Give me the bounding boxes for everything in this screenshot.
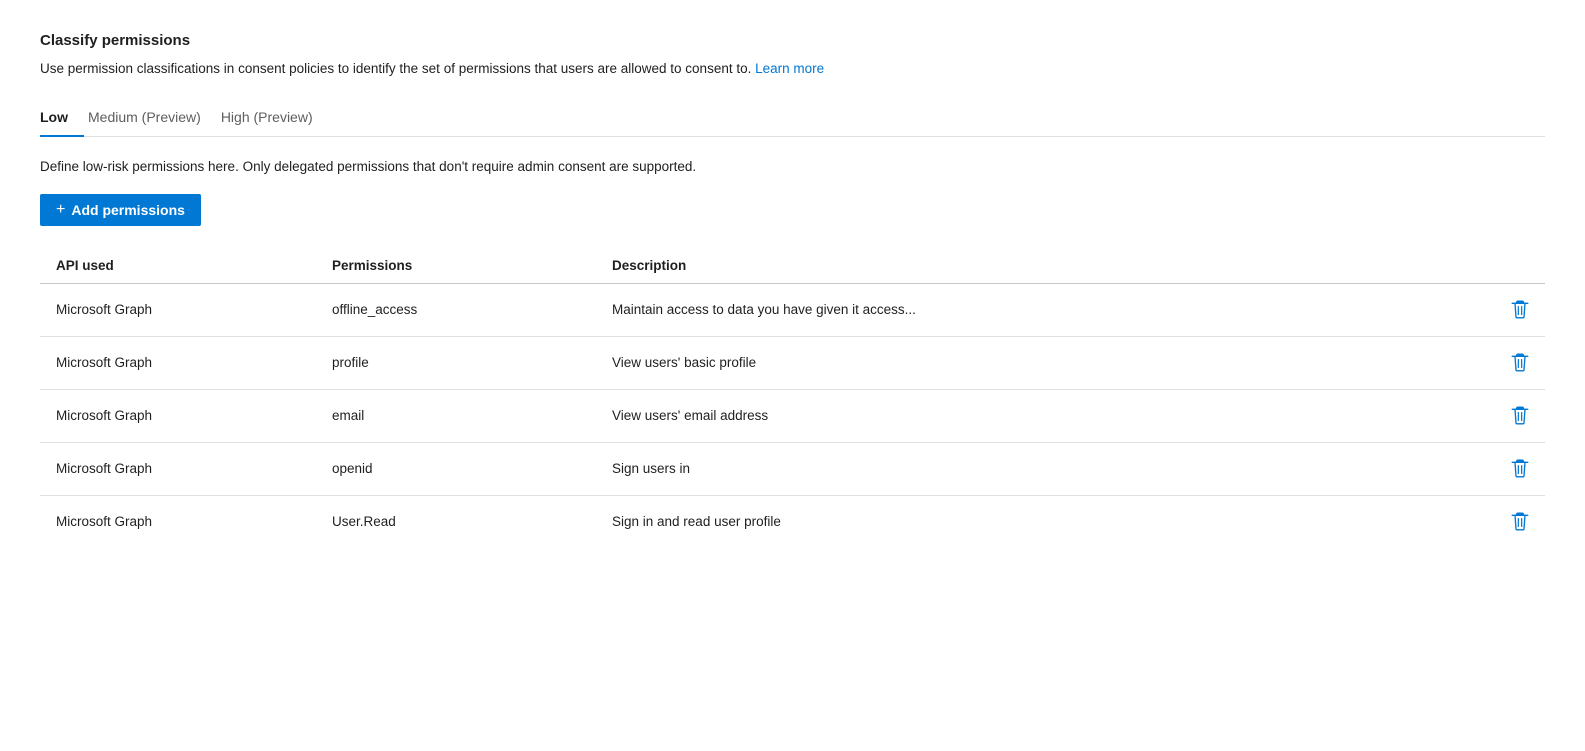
col-header-permissions: Permissions <box>320 250 600 284</box>
page-description: Use permission classifications in consen… <box>40 59 1545 79</box>
plus-icon: + <box>56 202 65 218</box>
table-row: Microsoft GraphemailView users' email ad… <box>40 389 1545 442</box>
table-row: Microsoft Graphoffline_accessMaintain ac… <box>40 283 1545 336</box>
table-row: Microsoft GraphopenidSign users in <box>40 442 1545 495</box>
tabs-container: Low Medium (Preview) High (Preview) <box>40 101 1545 137</box>
delete-button[interactable] <box>1507 455 1533 483</box>
cell-permission: profile <box>320 336 600 389</box>
table-row: Microsoft GraphUser.ReadSign in and read… <box>40 495 1545 548</box>
trash-icon <box>1511 459 1529 479</box>
cell-permission: User.Read <box>320 495 600 548</box>
tab-low[interactable]: Low <box>40 101 84 137</box>
cell-api: Microsoft Graph <box>40 495 320 548</box>
delete-button[interactable] <box>1507 296 1533 324</box>
tab-high[interactable]: High (Preview) <box>217 101 329 137</box>
delete-button[interactable] <box>1507 508 1533 536</box>
cell-action <box>1495 389 1545 442</box>
cell-action <box>1495 442 1545 495</box>
col-header-actions <box>1495 250 1545 284</box>
cell-permission: openid <box>320 442 600 495</box>
cell-action <box>1495 283 1545 336</box>
page-container: Classify permissions Use permission clas… <box>40 32 1545 548</box>
delete-button[interactable] <box>1507 349 1533 377</box>
cell-api: Microsoft Graph <box>40 336 320 389</box>
cell-action <box>1495 495 1545 548</box>
tab-medium[interactable]: Medium (Preview) <box>84 101 217 137</box>
col-header-description: Description <box>600 250 1495 284</box>
cell-description: Sign in and read user profile <box>600 495 1495 548</box>
cell-description: Maintain access to data you have given i… <box>600 283 1495 336</box>
permissions-table: API used Permissions Description Microso… <box>40 250 1545 548</box>
cell-api: Microsoft Graph <box>40 283 320 336</box>
cell-permission: email <box>320 389 600 442</box>
cell-api: Microsoft Graph <box>40 442 320 495</box>
sub-description: Define low-risk permissions here. Only d… <box>40 157 1545 177</box>
cell-description: Sign users in <box>600 442 1495 495</box>
trash-icon <box>1511 406 1529 426</box>
col-header-api: API used <box>40 250 320 284</box>
add-permissions-label: Add permissions <box>71 202 185 218</box>
page-title: Classify permissions <box>40 32 1545 49</box>
trash-icon <box>1511 512 1529 532</box>
cell-api: Microsoft Graph <box>40 389 320 442</box>
cell-permission: offline_access <box>320 283 600 336</box>
trash-icon <box>1511 300 1529 320</box>
cell-description: View users' email address <box>600 389 1495 442</box>
add-permissions-button[interactable]: + Add permissions <box>40 194 201 226</box>
learn-more-link[interactable]: Learn more <box>755 61 824 76</box>
cell-description: View users' basic profile <box>600 336 1495 389</box>
cell-action <box>1495 336 1545 389</box>
trash-icon <box>1511 353 1529 373</box>
table-row: Microsoft GraphprofileView users' basic … <box>40 336 1545 389</box>
delete-button[interactable] <box>1507 402 1533 430</box>
